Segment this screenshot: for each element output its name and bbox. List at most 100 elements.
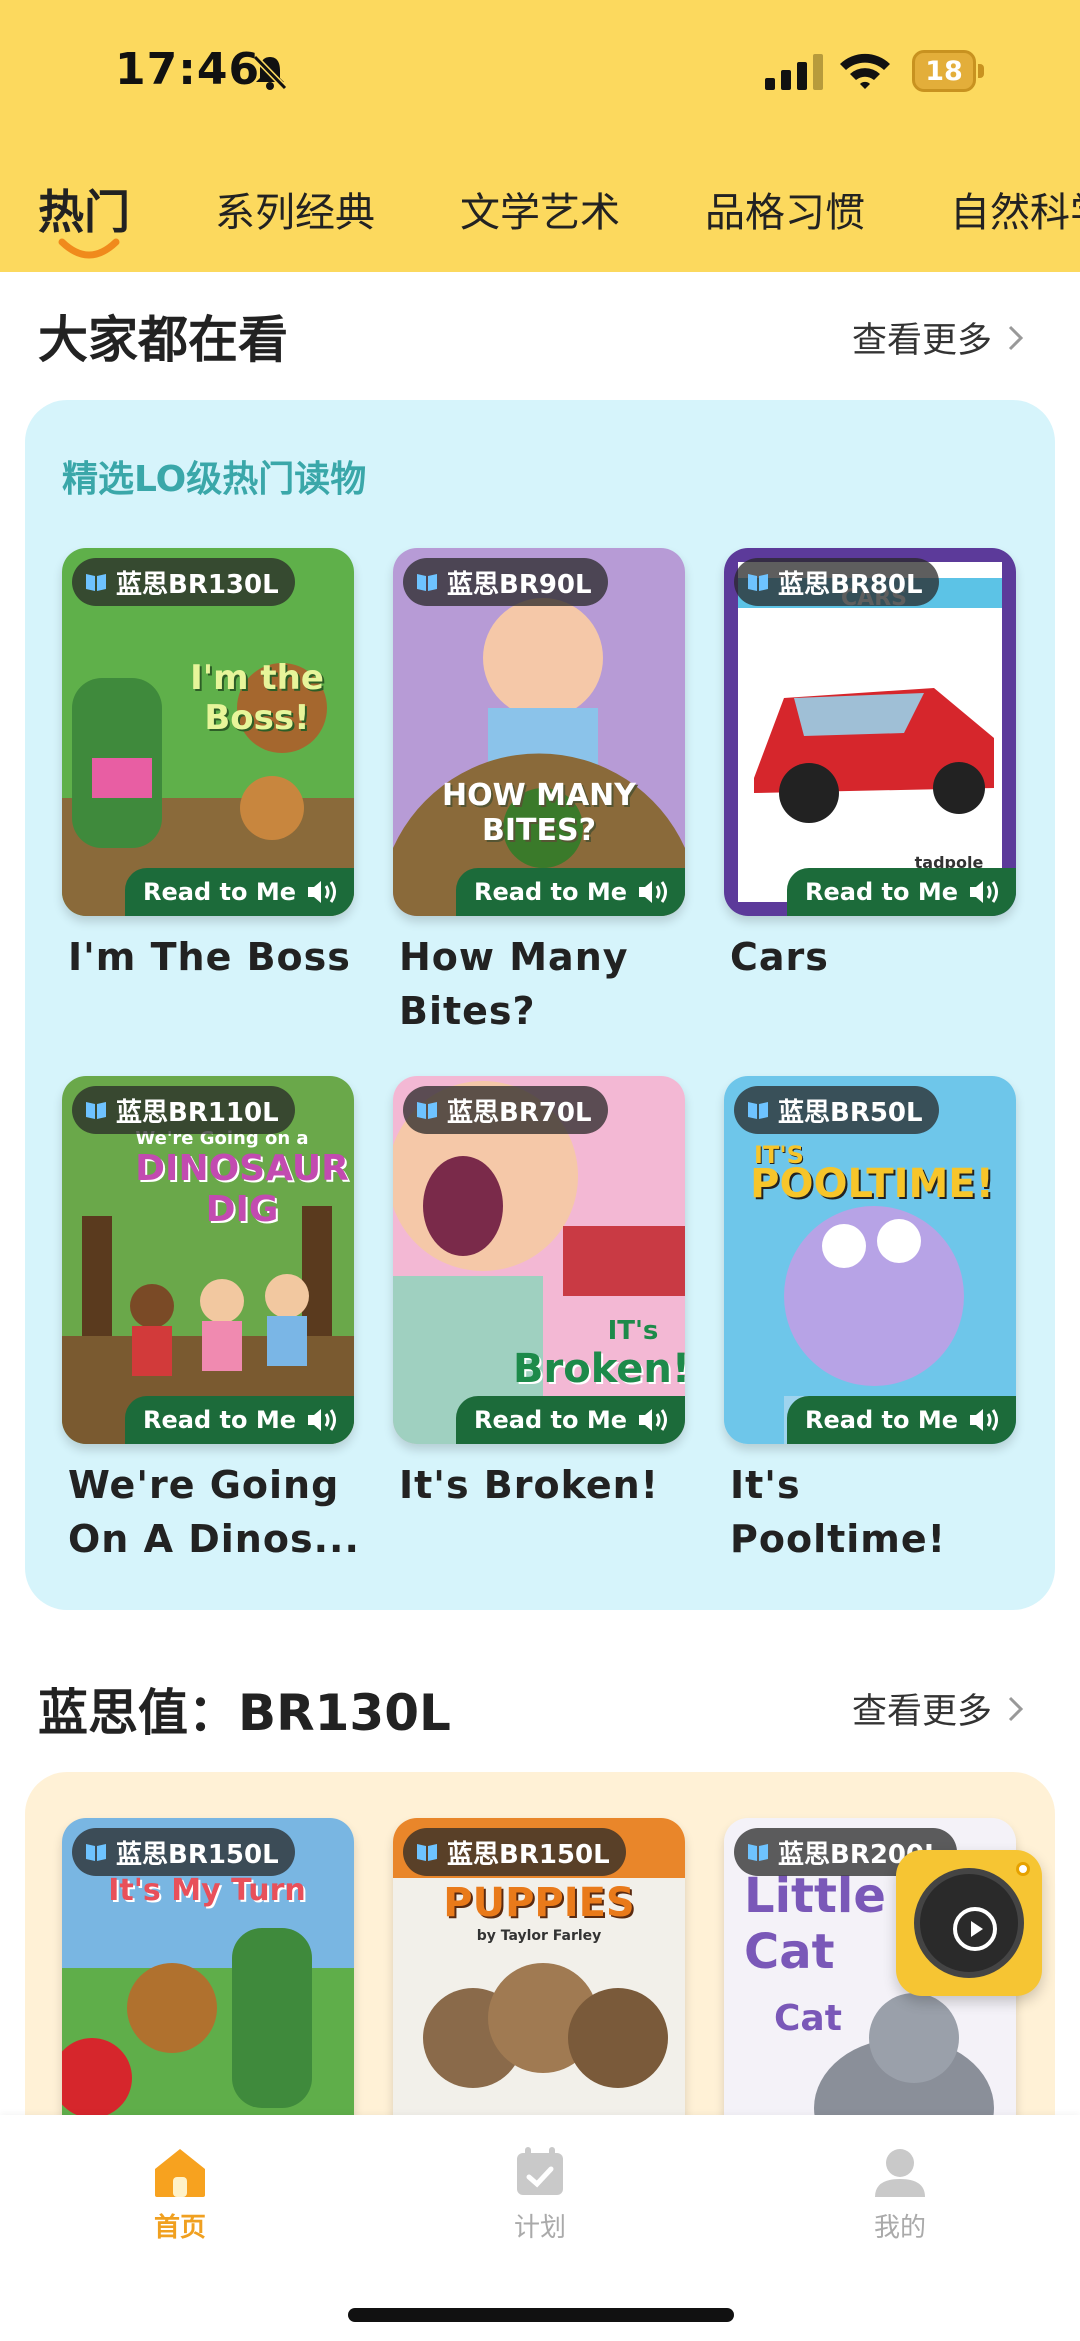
lexile-level: 蓝思BR50L: [778, 1097, 923, 1128]
lexile-level: 蓝思BR150L: [116, 1839, 279, 1870]
book-title[interactable]: It's Pooltime!: [730, 1458, 1030, 1566]
book-icon: [417, 574, 437, 591]
read-to-me-badge: Read to Me: [456, 1396, 685, 1444]
chevron-right-icon: [1008, 1696, 1024, 1721]
tab-character-habits[interactable]: 品格习惯: [705, 180, 865, 238]
nav-plan-label: 计划: [513, 2213, 566, 2243]
read-to-me-label: Read to Me: [143, 1406, 296, 1434]
lexile-level: 蓝思BR130L: [116, 569, 279, 600]
read-to-me-label: Read to Me: [474, 878, 627, 906]
read-to-me-label: Read to Me: [474, 1406, 627, 1434]
book-icon: [86, 574, 106, 591]
tab-nature-science[interactable]: 自然科学: [950, 180, 1080, 238]
lexile-badge: 蓝思BR150L: [72, 1828, 295, 1876]
book-icon: [417, 1102, 437, 1119]
book-title[interactable]: How Many Bites?: [399, 930, 699, 1038]
nav-home-label: 首页: [153, 2213, 206, 2243]
book-icon: [417, 1844, 437, 1861]
cover-title: It's My Turn: [108, 1873, 306, 1908]
book-icon: [86, 1102, 106, 1119]
wifi-icon: [840, 53, 890, 89]
book-icon: [748, 1102, 768, 1119]
book-card[interactable]: It's My Turn 蓝思BR150L: [62, 1818, 354, 2118]
lexile-level: 蓝思BR90L: [447, 569, 592, 600]
lexile-level: 蓝思BR110L: [116, 1097, 279, 1128]
book-card[interactable]: We're Going on a DINOSAUR DIG 蓝思BR110L R…: [62, 1076, 354, 1444]
lexile-badge: 蓝思BR50L: [734, 1086, 939, 1134]
speaker-icon: [308, 881, 336, 903]
category-tabs: 热门 系列经典 文学艺术 品格习惯 自然科学: [0, 170, 1080, 260]
view-more-lexile[interactable]: 查看更多: [852, 1683, 1026, 1734]
view-more-label: 查看更多: [852, 321, 993, 361]
lexile-badge: 蓝思BR150L: [403, 1828, 626, 1876]
chevron-right-icon: [1008, 325, 1024, 350]
cover-title: Broken!: [513, 1346, 685, 1392]
speaker-icon: [970, 881, 998, 903]
book-title[interactable]: Cars: [730, 930, 1030, 984]
read-to-me-badge: Read to Me: [125, 868, 354, 916]
lexile-level: 蓝思BR80L: [778, 569, 923, 600]
status-bar: 17:46 18: [0, 0, 1080, 145]
battery-tip: [978, 64, 984, 78]
active-tab-indicator: [58, 238, 120, 259]
book-card[interactable]: CARS tadpole 蓝思BR80L Read to Me: [724, 548, 1016, 916]
player-indicator-dot: [1016, 1862, 1030, 1876]
cover-subtitle: IT's: [607, 1316, 659, 1346]
speaker-icon: [639, 881, 667, 903]
battery-icon: 18: [912, 50, 984, 92]
battery-level: 18: [912, 50, 976, 92]
speaker-icon: [639, 1409, 667, 1431]
book-icon: [748, 1844, 768, 1861]
floating-audio-player[interactable]: [896, 1850, 1042, 1996]
nav-home[interactable]: 首页: [100, 2145, 260, 2244]
lexile-badge: 蓝思BR80L: [734, 558, 939, 606]
book-icon: [86, 1844, 106, 1861]
signal-icon: [765, 54, 823, 90]
section-title-lexile: 蓝思值：BR130L: [38, 1684, 451, 1742]
tab-literature-art[interactable]: 文学艺术: [460, 180, 620, 238]
lexile-badge: 蓝思BR90L: [403, 558, 608, 606]
calendar-check-icon: [517, 2147, 563, 2195]
lexile-level: 蓝思BR70L: [447, 1097, 592, 1128]
nav-plan[interactable]: 计划: [460, 2145, 620, 2244]
read-to-me-badge: Read to Me: [456, 868, 685, 916]
book-title[interactable]: We're Going On A Dinos...: [68, 1458, 368, 1566]
header: 17:46 18 热门 系列经典 文学艺术 品格习惯 自然科: [0, 0, 1080, 272]
speaker-icon: [970, 1409, 998, 1431]
home-icon: [155, 2149, 205, 2197]
tab-series-classics[interactable]: 系列经典: [215, 180, 375, 238]
nav-mine[interactable]: 我的: [820, 2145, 980, 2244]
read-to-me-badge: Read to Me: [125, 1396, 354, 1444]
lexile-badge: 蓝思BR110L: [72, 1086, 295, 1134]
tab-hot[interactable]: 热门: [38, 176, 130, 242]
book-card[interactable]: I'm the Boss! 蓝思BR130L Read to Me: [62, 548, 354, 916]
view-more-label: 查看更多: [852, 1692, 993, 1732]
bell-muted-icon: [252, 54, 288, 91]
read-to-me-label: Read to Me: [805, 1406, 958, 1434]
lexile-level: 蓝思BR150L: [447, 1839, 610, 1870]
book-card[interactable]: IT's Broken! 蓝思BR70L Read to Me: [393, 1076, 685, 1444]
play-icon: [953, 1907, 997, 1951]
home-indicator: [348, 2308, 734, 2322]
read-to-me-badge: Read to Me: [787, 868, 1016, 916]
section-title-popular: 大家都在看: [38, 311, 288, 369]
read-to-me-label: Read to Me: [143, 878, 296, 906]
book-icon: [748, 574, 768, 591]
view-more-popular[interactable]: 查看更多: [852, 312, 1026, 363]
book-card[interactable]: PUPPIES by Taylor Farley 蓝思BR150L: [393, 1818, 685, 2118]
lexile-badge: 蓝思BR70L: [403, 1086, 608, 1134]
player-disc: [914, 1868, 1024, 1978]
cover-title: PUPPIES: [443, 1880, 635, 1926]
read-to-me-label: Read to Me: [805, 878, 958, 906]
panel-subtitle: 精选LO级热门读物: [62, 459, 367, 500]
speaker-icon: [308, 1409, 336, 1431]
book-title[interactable]: I'm The Boss: [68, 930, 368, 984]
cover-author: by Taylor Farley: [476, 1928, 602, 1944]
cover-title: POOLTIME!: [750, 1161, 994, 1207]
lexile-badge: 蓝思BR130L: [72, 558, 295, 606]
book-card[interactable]: IT'S POOLTIME! 蓝思BR50L Read to Me: [724, 1076, 1016, 1444]
book-card[interactable]: HOW MANY BITES? 蓝思BR90L Read to Me: [393, 548, 685, 916]
book-title[interactable]: It's Broken!: [399, 1458, 699, 1512]
cover-title: DINOSAUR DIG: [135, 1148, 349, 1230]
user-icon: [875, 2149, 925, 2197]
